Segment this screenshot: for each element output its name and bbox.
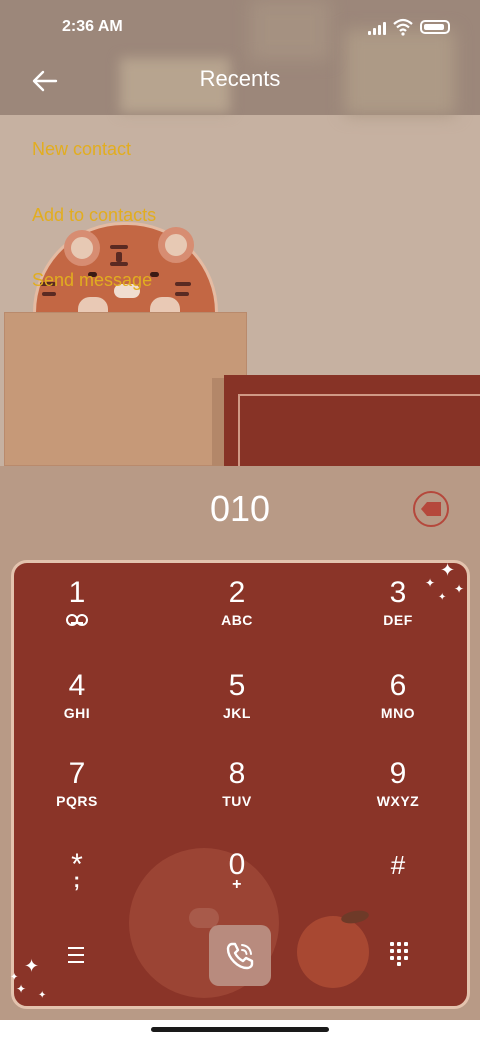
key-7[interactable]: 7 PQRS	[17, 757, 137, 837]
key-6[interactable]: 6 MNO	[338, 669, 458, 749]
key-2[interactable]: 2 ABC	[177, 576, 297, 656]
cardboard-box	[4, 312, 247, 466]
menu-icon[interactable]	[64, 944, 90, 966]
voicemail-icon	[66, 614, 88, 626]
new-contact-option[interactable]: New contact	[32, 139, 131, 160]
sparkle-decoration: ✦	[24, 956, 40, 977]
tiger-ear-left	[64, 230, 100, 266]
home-gesture-handle[interactable]	[151, 1027, 329, 1032]
status-time: 2:36 AM	[62, 18, 123, 35]
page-title: Recents	[199, 66, 281, 91]
phone-icon	[226, 942, 254, 969]
key-3[interactable]: 3 DEF	[338, 576, 458, 656]
dialpad-toggle-icon[interactable]	[390, 942, 412, 966]
add-to-contacts-option[interactable]: Add to contacts	[32, 205, 156, 226]
key-8[interactable]: 8 TUV	[177, 757, 297, 837]
key-9[interactable]: 9 WXYZ	[338, 757, 458, 837]
key-1[interactable]: 1	[17, 576, 137, 656]
signal-icon	[368, 22, 390, 35]
tiger-ear-right	[158, 227, 194, 263]
call-button[interactable]	[209, 925, 271, 986]
battery-icon	[420, 20, 450, 34]
key-0[interactable]: 0 +	[177, 848, 297, 928]
dialed-number: 010	[209, 488, 271, 529]
send-message-option[interactable]: Send message	[32, 270, 152, 291]
sparkle-decoration: ✦	[440, 560, 456, 581]
key-hash[interactable]: #	[338, 848, 458, 928]
key-4[interactable]: 4 GHI	[17, 669, 137, 749]
backspace-icon	[421, 502, 441, 516]
status-bar: 2:36 AM	[0, 0, 480, 56]
wifi-icon	[393, 18, 413, 36]
key-5[interactable]: 5 JKL	[177, 669, 297, 749]
key-star[interactable]: * ;	[17, 848, 137, 928]
delete-button[interactable]	[413, 491, 449, 527]
